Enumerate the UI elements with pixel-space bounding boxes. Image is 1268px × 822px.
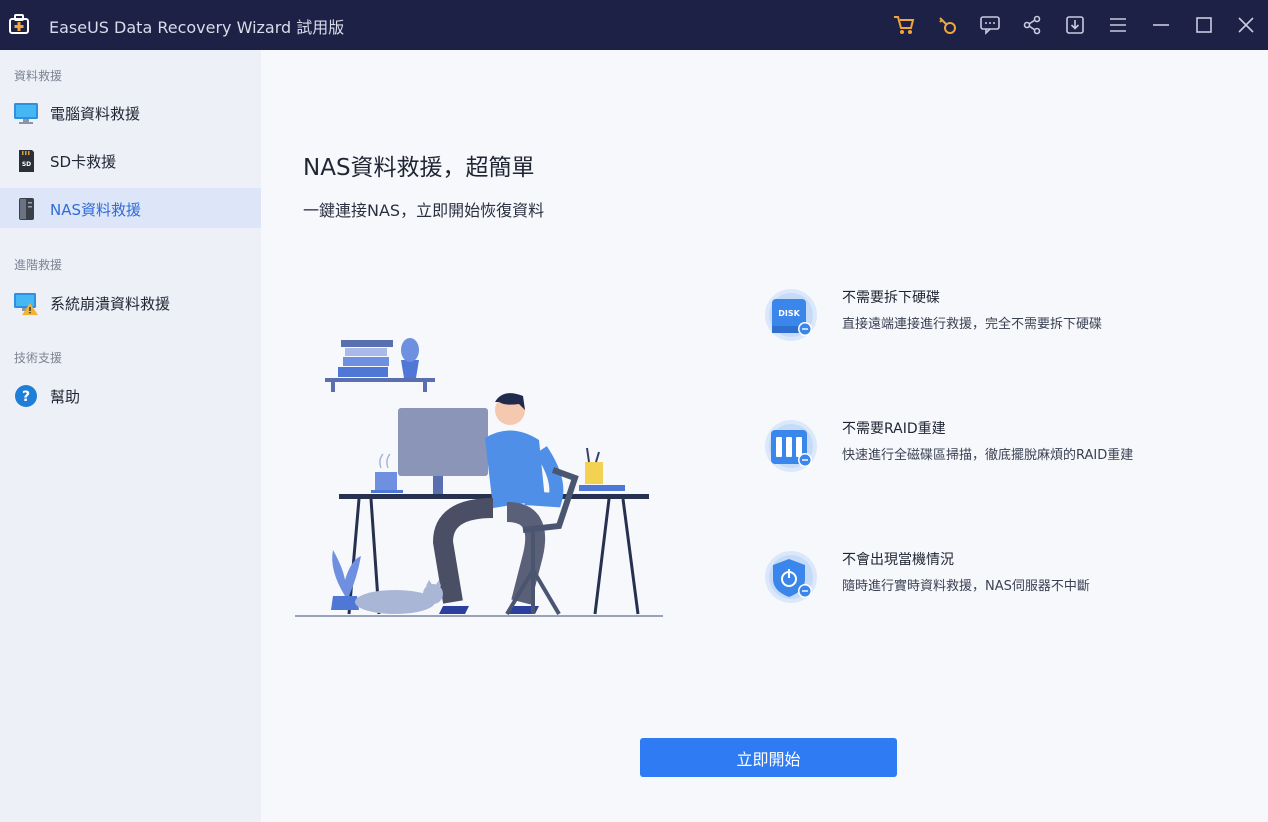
cart-button[interactable] <box>890 11 918 39</box>
menu-icon <box>1110 18 1126 32</box>
feature-title: 不需要拆下硬碟 <box>842 290 940 306</box>
disk-icon: DISK <box>765 289 817 341</box>
close-icon <box>1238 17 1254 33</box>
sidebar-item-system-crash-recovery[interactable]: 系統崩潰資料救援 <box>0 282 261 322</box>
svg-text:?: ? <box>22 389 30 405</box>
main-panel: NAS資料救援，超簡單 一鍵連接NAS，立即開始恢復資料 DISK 不需要拆下硬… <box>261 50 1268 822</box>
key-icon <box>939 17 956 34</box>
help-icon: ? <box>15 385 37 407</box>
sidebar-item-label: 電腦資料救援 <box>50 105 141 123</box>
cart-icon <box>894 16 915 34</box>
feature-title: 不需要RAID重建 <box>842 421 946 437</box>
app-title: EaseUS Data Recovery Wizard 試用版 <box>49 18 345 37</box>
maximize-button[interactable] <box>1190 11 1218 39</box>
feature-no-disk-removal: DISK 不需要拆下硬碟 直接遠端連接進行救援，完全不需要拆下硬碟 <box>763 287 1243 357</box>
sidebar-item-label: 系統崩潰資料救援 <box>50 295 171 313</box>
start-now-button[interactable]: 立即開始 <box>640 738 897 777</box>
sd-card-icon: SD <box>19 150 34 172</box>
person-at-desk-illustration <box>295 338 663 617</box>
activate-key-button[interactable] <box>933 11 961 39</box>
section-label-data-recovery: 資料救援 <box>14 69 63 83</box>
share-button[interactable] <box>1018 11 1046 39</box>
svg-text:SD: SD <box>22 161 31 168</box>
feature-description: 隨時進行實時資料救援，NAS伺服器不中斷 <box>842 579 1090 594</box>
raid-icon <box>765 420 817 472</box>
maximize-icon <box>1196 17 1212 33</box>
system-crash-icon <box>14 293 38 315</box>
sidebar-item-nas-recovery[interactable]: NAS資料救援 <box>0 188 261 228</box>
sidebar-item-sd-recovery[interactable]: SD SD卡救援 <box>0 140 261 180</box>
app-logo-icon <box>9 14 29 34</box>
page-title: NAS資料救援，超簡單 <box>303 155 535 181</box>
feedback-icon <box>980 16 1000 35</box>
update-icon <box>1066 16 1084 34</box>
sidebar-item-label: SD卡救援 <box>50 153 117 171</box>
feature-no-raid-rebuild: 不需要RAID重建 快速進行全磁碟區掃描，徹底擺脫麻煩的RAID重建 <box>763 418 1243 488</box>
feature-description: 快速進行全磁碟區掃描，徹底擺脫麻煩的RAID重建 <box>842 448 1134 463</box>
feature-description: 直接遠端連接進行救援，完全不需要拆下硬碟 <box>842 317 1103 332</box>
section-label-advanced-recovery: 進階救援 <box>14 258 63 272</box>
minimize-icon <box>1153 24 1169 26</box>
feature-title: 不會出現當機情況 <box>842 552 954 568</box>
feedback-button[interactable] <box>976 11 1004 39</box>
update-button[interactable] <box>1061 11 1089 39</box>
share-icon <box>1023 15 1041 35</box>
shield-power-icon <box>765 551 817 603</box>
sidebar-item-label: NAS資料救援 <box>50 201 142 219</box>
sidebar-item-help[interactable]: ? 幫助 <box>0 375 261 415</box>
close-button[interactable] <box>1232 11 1260 39</box>
sidebar-item-pc-recovery[interactable]: 電腦資料救援 <box>0 92 261 132</box>
menu-button[interactable] <box>1104 11 1132 39</box>
disk-icon-text: DISK <box>778 309 800 318</box>
section-label-tech-support: 技術支援 <box>14 351 63 365</box>
feature-no-downtime: 不會出現當機情況 隨時進行實時資料救援，NAS伺服器不中斷 <box>763 549 1243 619</box>
sidebar: 資料救援 電腦資料救援 SD SD卡救援 NAS資料救援 進階救援 系統崩潰資料… <box>0 50 261 822</box>
minimize-button[interactable] <box>1147 11 1175 39</box>
monitor-icon <box>14 103 38 124</box>
title-bar: EaseUS Data Recovery Wizard 試用版 <box>0 0 1268 50</box>
sidebar-item-label: 幫助 <box>50 388 81 406</box>
page-subtitle: 一鍵連接NAS，立即開始恢復資料 <box>303 201 545 220</box>
nas-icon <box>19 198 34 220</box>
